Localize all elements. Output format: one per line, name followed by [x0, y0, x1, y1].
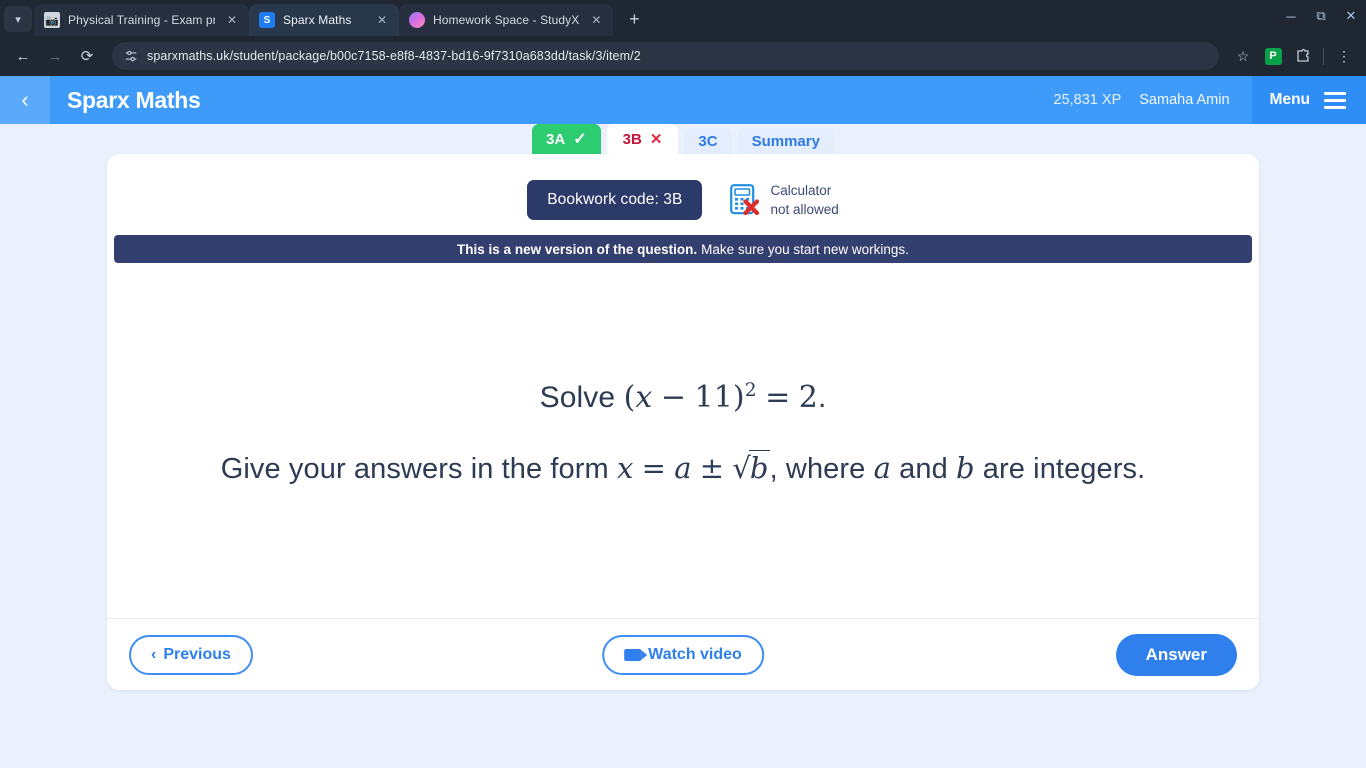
bookwork-code: Bookwork code: 3B: [527, 180, 703, 220]
extension-p-icon: P: [1264, 47, 1282, 65]
tab-3b-label: 3B: [622, 130, 642, 148]
tab-3a-label: 3A: [546, 130, 566, 148]
form-instruction-d: are integers.: [974, 453, 1146, 485]
form-instruction-c: and: [890, 453, 956, 485]
tab-3b[interactable]: 3B ✕: [606, 124, 679, 154]
check-icon: ✓: [573, 131, 587, 148]
paren-close: ): [732, 380, 745, 415]
variable-a: a: [674, 451, 692, 485]
site-settings-icon: [125, 50, 137, 62]
app-header: ‹ Sparx Maths 25,831 XP Samaha Amin Menu: [0, 76, 1366, 124]
exponent-2: 2: [744, 380, 757, 401]
minus-sign: −: [660, 380, 687, 415]
solve-word: Solve: [539, 381, 624, 414]
watch-video-label: Watch video: [648, 645, 742, 663]
tab-3a[interactable]: 3A ✓: [532, 124, 601, 154]
plus-minus-sign: ±: [699, 451, 725, 485]
variable-x: x: [635, 380, 653, 415]
tab-search-icon[interactable]: ▾: [4, 6, 32, 32]
new-version-notice: This is a new version of the question. M…: [114, 235, 1252, 263]
period: .: [817, 381, 827, 414]
previous-label: Previous: [163, 645, 231, 663]
browser-tab[interactable]: Homework Space - StudyX ✕: [399, 4, 614, 36]
square-root: √b: [732, 450, 770, 485]
video-camera-icon: [624, 648, 648, 661]
card-footer: ‹ Previous Watch video Answer: [107, 618, 1259, 690]
close-icon[interactable]: ✕: [373, 11, 391, 29]
forward-icon[interactable]: →: [40, 41, 70, 71]
number-11: 11: [694, 380, 733, 415]
puzzle-icon[interactable]: [1289, 42, 1317, 70]
minimize-icon[interactable]: ─: [1276, 0, 1306, 32]
image-placeholder-icon: 📷: [44, 12, 60, 28]
menu-button[interactable]: Menu: [1251, 76, 1366, 124]
tab-summary-label: Summary: [751, 132, 820, 150]
window-controls: ─ ⧉ ✕: [1276, 0, 1366, 32]
address-bar[interactable]: sparxmaths.uk/student/package/b00c7158-e…: [112, 42, 1219, 70]
variable-b-2: b: [955, 451, 975, 485]
question-line-1: Solve (x − 11)2 = 2.: [540, 380, 827, 415]
calculator-text: Calculator not allowed: [770, 181, 838, 219]
variable-x-2: x: [616, 451, 634, 485]
tab-summary[interactable]: Summary: [737, 128, 834, 154]
calculator-status: Calculator not allowed: [730, 181, 839, 219]
variable-a-2: a: [873, 451, 891, 485]
app-header-right: 25,831 XP Samaha Amin Menu: [1054, 76, 1366, 124]
equals-sign-2: =: [641, 451, 667, 485]
xp-counter: 25,831 XP: [1053, 92, 1122, 108]
close-window-icon[interactable]: ✕: [1336, 0, 1366, 32]
tab-strip: ▾ 📷 Physical Training - Exam practi ✕ S …: [0, 0, 1366, 36]
star-icon[interactable]: ☆: [1229, 42, 1257, 70]
back-icon[interactable]: ←: [8, 41, 38, 71]
user-name: Samaha Amin: [1139, 92, 1230, 108]
extension-badge-icon[interactable]: P: [1259, 42, 1287, 70]
number-2: 2: [798, 380, 818, 415]
kebab-menu-icon[interactable]: ⋮: [1330, 42, 1358, 70]
chevron-left-icon: ‹: [151, 645, 157, 663]
maximize-icon[interactable]: ⧉: [1306, 0, 1336, 32]
question-card: Bookwork code: 3B Calculator not allowed…: [107, 154, 1259, 690]
sparx-logo: Sparx Maths: [67, 86, 201, 113]
notice-rest: Make sure you start new workings.: [701, 241, 909, 257]
browser-tab-active[interactable]: S Sparx Maths ✕: [249, 4, 399, 36]
toolbar-divider: [1323, 47, 1324, 65]
new-tab-button[interactable]: +: [621, 6, 647, 32]
menu-label: Menu: [1269, 91, 1310, 108]
watch-video-button[interactable]: Watch video: [602, 634, 764, 675]
form-instruction-b: , where: [769, 453, 874, 485]
cross-icon: ✕: [649, 131, 663, 148]
tab-3c-label: 3C: [698, 132, 718, 150]
reload-icon[interactable]: ⟳: [72, 41, 102, 71]
question-tabs: 3A ✓ 3B ✕ 3C Summary: [0, 124, 1366, 154]
studyx-orb-icon: [409, 12, 425, 28]
notice-bold: This is a new version of the question.: [457, 241, 698, 257]
answer-button[interactable]: Answer: [1115, 633, 1237, 676]
question-body: Solve (x − 11)2 = 2. Give your answers i…: [107, 263, 1259, 603]
calculator-line1: Calculator: [770, 182, 832, 198]
tab-title: Homework Space - StudyX: [433, 13, 580, 27]
close-icon[interactable]: ✕: [223, 11, 241, 29]
equals-sign: =: [765, 380, 791, 415]
paren-open: (: [623, 380, 636, 415]
tab-title: Sparx Maths: [283, 13, 352, 27]
tab-title: Physical Training - Exam practi: [68, 13, 215, 27]
tab-3c[interactable]: 3C: [684, 128, 732, 154]
calculator-line2: not allowed: [770, 202, 839, 217]
browser-tab[interactable]: 📷 Physical Training - Exam practi ✕: [34, 4, 249, 36]
form-instruction-a: Give your answers in the form: [220, 453, 617, 485]
sparx-app: ‹ Sparx Maths 25,831 XP Samaha Amin Menu…: [0, 76, 1366, 768]
close-icon[interactable]: ✕: [587, 11, 605, 29]
browser-chrome: ▾ 📷 Physical Training - Exam practi ✕ S …: [0, 0, 1366, 76]
browser-toolbar: ← → ⟳ sparxmaths.uk/student/package/b00c…: [0, 36, 1366, 76]
previous-button[interactable]: ‹ Previous: [129, 634, 253, 675]
radicand-b: b: [748, 450, 770, 485]
app-back-button[interactable]: ‹: [0, 76, 50, 124]
question-line-2: Give your answers in the form x = a ± √b…: [220, 450, 1146, 486]
bookwork-row: Bookwork code: 3B Calculator not allowed: [107, 154, 1259, 220]
url-text: sparxmaths.uk/student/package/b00c7158-e…: [147, 49, 641, 63]
calculator-not-allowed-icon: [730, 183, 760, 215]
hamburger-icon: [1324, 91, 1346, 109]
sparx-s-icon: S: [259, 12, 275, 28]
